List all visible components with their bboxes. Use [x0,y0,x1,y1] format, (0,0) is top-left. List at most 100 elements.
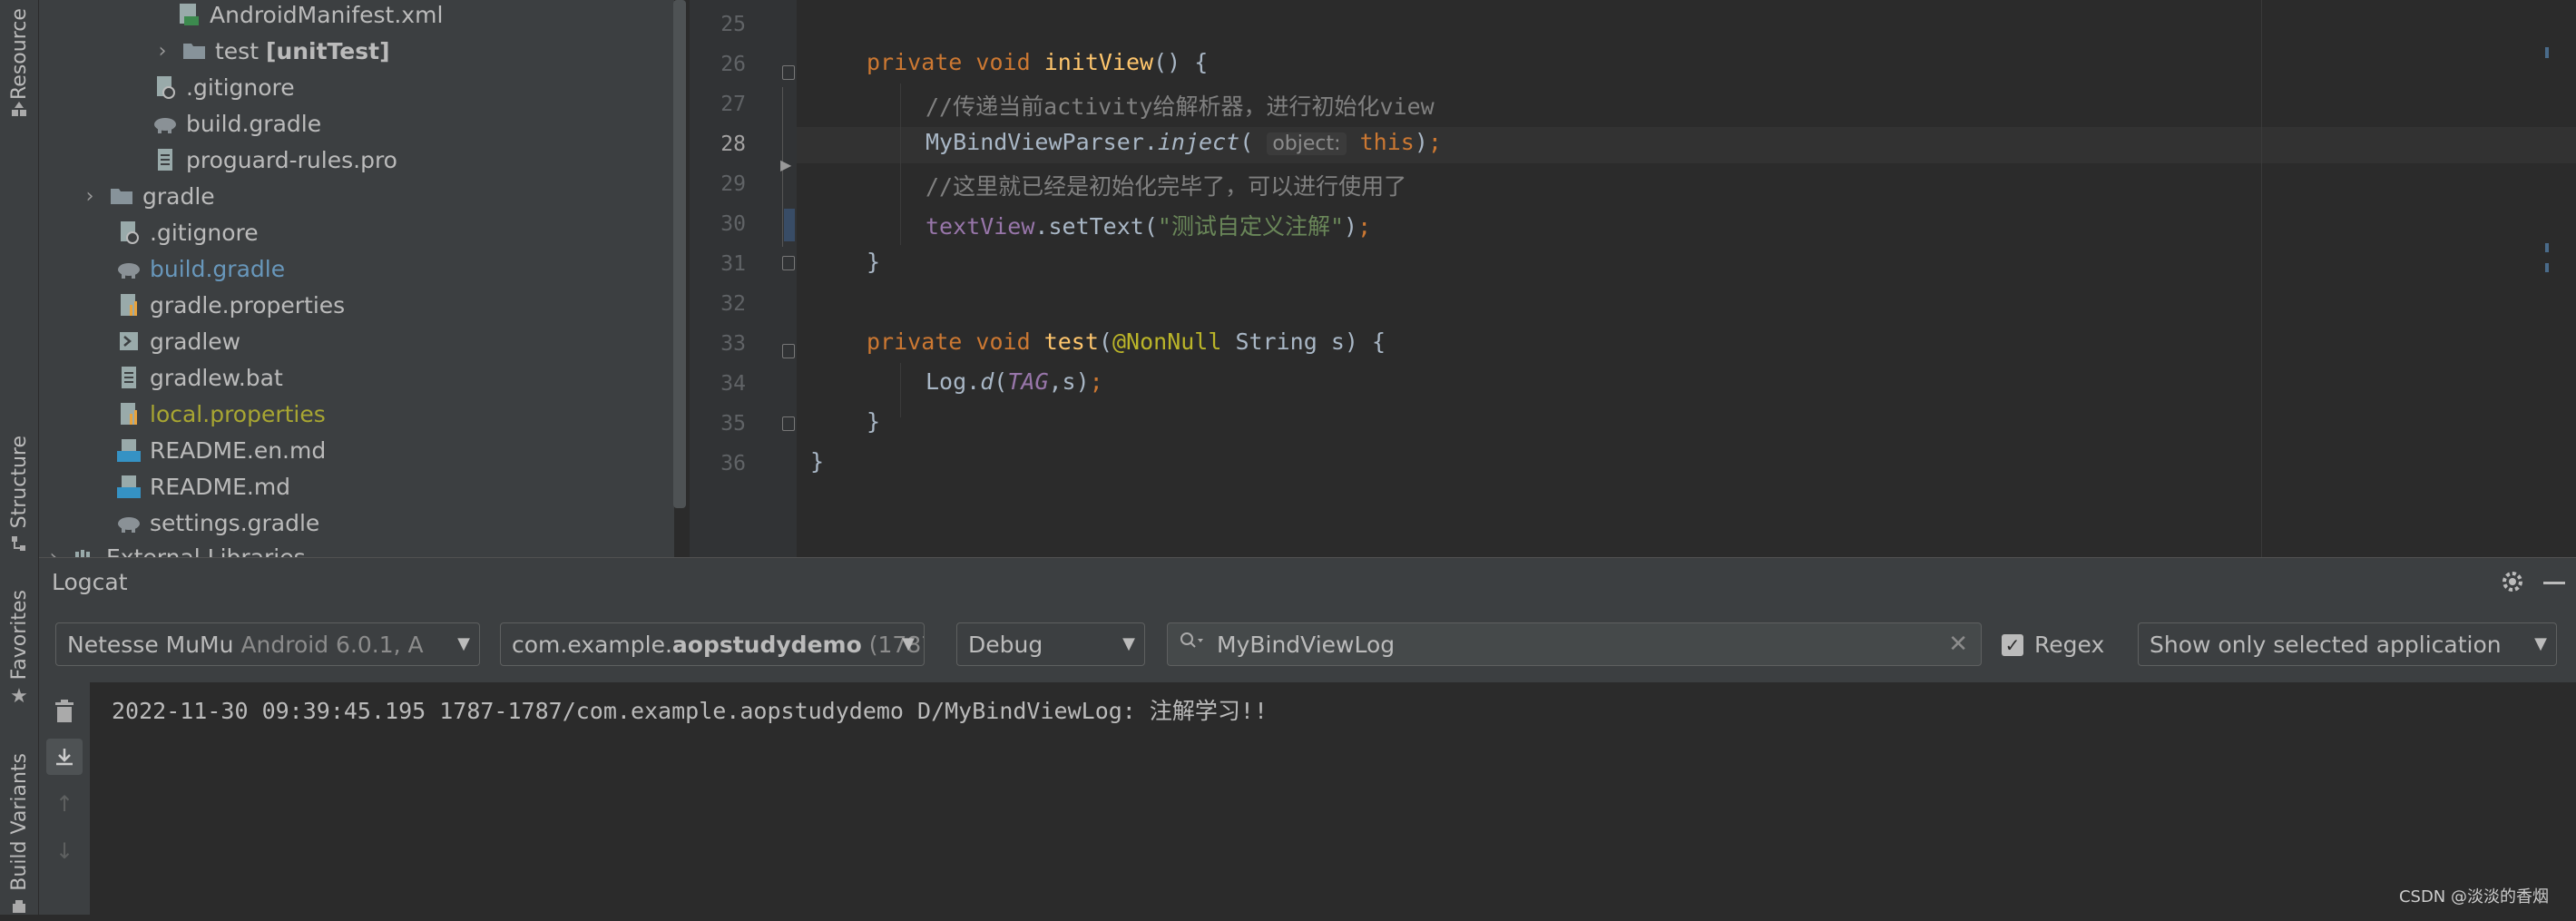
tree-item[interactable]: build.gradle [152,105,321,142]
tree-item[interactable]: local.properties [115,396,326,432]
fold-marker-icon[interactable] [782,416,795,431]
resource-manager-tab[interactable]: Resource Manager [0,0,38,136]
structure-tab[interactable]: Structure [0,436,38,563]
tree-item[interactable]: .gitignore [152,69,295,105]
device-selector[interactable]: Netesse MuMu Android 6.0.1, A ▼ [55,622,480,666]
annotation: @NonNull [1112,328,1222,355]
favorites-tab[interactable]: Favorites ★ [0,590,38,717]
logcat-output[interactable]: 2022-11-30 09:39:45.195 1787-1787/com.ex… [90,682,2576,915]
tree-item[interactable]: README.md [115,468,290,505]
process-prefix: com.example. [512,631,672,658]
tree-item[interactable]: › External Libraries [43,539,306,557]
tree-item[interactable]: gradlew [115,323,240,359]
search-field[interactable]: MyBindViewLog ✕ [1167,622,1982,666]
code-line-34: Log.d(TAG,s); [926,368,1103,395]
method-name: d [980,368,994,395]
log-level-selector[interactable]: Debug ▼ [956,622,1145,666]
tree-item[interactable]: .gitignore [115,214,259,250]
fold-marker-icon[interactable] [782,256,795,270]
tree-item[interactable]: settings.gradle [115,505,319,541]
regex-checkbox[interactable]: ✓ [2002,633,2023,656]
log-level-value: Debug [968,631,1043,658]
chevron-right-icon[interactable]: › [43,546,64,558]
tree-item[interactable]: README.en.md [115,432,326,468]
tree-item[interactable]: › test [unitTest] [152,33,390,69]
tree-item[interactable]: build.gradle [115,250,285,287]
field-name: TAG [1007,368,1049,395]
favorites-label: Favorites [7,590,31,681]
code-text: ; [1089,368,1103,395]
code-editor[interactable]: ▶ 25 26 27 28 29 30 31 32 33 34 35 36 private void … [690,0,2576,557]
tree-item-label: gradlew [150,328,241,355]
down-arrow-icon[interactable]: ↓ [55,838,73,864]
trash-icon[interactable] [54,699,75,728]
code-line-35: } [867,408,881,435]
tree-item-label: README.md [150,473,291,500]
tree-item-label: gradlew.bat [150,364,283,391]
keyword: private [867,328,963,355]
field-name: textView [926,213,1035,240]
indent-guide [900,363,901,417]
scroll-to-end-icon[interactable] [46,739,83,775]
resource-manager-label: Resource Manager [7,0,31,100]
tree-item[interactable]: gradle.properties [115,287,345,323]
code-text: String s) { [1221,328,1386,355]
code-text: ( [994,368,1008,395]
fold-marker-icon[interactable] [782,344,795,358]
gradle-elephant-icon [115,509,142,536]
resource-manager-icon [9,100,29,120]
log-line: 2022-11-30 09:39:45.195 1787-1787/com.ex… [112,698,1268,724]
tree-item[interactable]: proguard-rules.pro [152,142,397,178]
code-line-31: } [867,249,881,275]
method-name: initView [1043,49,1154,75]
process-pid: (1787 [868,631,924,658]
error-stripe-marker[interactable] [2545,47,2549,58]
left-tool-strip: Resource Manager Structure Favorites ★ B… [0,0,39,915]
search-input[interactable]: MyBindViewLog [1217,632,1395,658]
tree-item[interactable]: › gradle [79,178,215,214]
code-text: ; [1357,213,1372,240]
regex-label: Regex [2034,632,2105,658]
code-text: ( [1239,129,1254,155]
tree-item-suffix: [unitTest] [266,37,390,64]
fold-marker-icon[interactable] [782,65,795,80]
line-number: 30 [720,212,746,236]
text-file-icon [152,146,179,173]
change-marker [784,209,795,241]
project-tree-panel: AndroidManifest.xml › test [unitTest] .gitig… [39,0,674,557]
code-line-36: } [810,448,825,475]
star-icon: ★ [10,685,28,709]
project-tree-scrollbar[interactable] [673,0,686,508]
logcat-title: Logcat [52,569,128,595]
keyword: this [1359,129,1415,155]
code-text: ( [1098,328,1112,355]
tree-item-label: gradle [142,182,215,210]
error-stripe-marker[interactable] [2545,243,2549,252]
logcat-side-toolbar: ↑ ↓ [39,682,90,915]
keyword: private [867,49,963,75]
minimize-icon[interactable] [2543,582,2565,584]
code-line-28: MyBindViewParser.inject( object: this); [926,129,1442,155]
clear-icon[interactable]: ✕ [1948,631,1968,658]
code-text: () { [1153,49,1209,75]
chevron-right-icon[interactable]: › [79,185,101,208]
line-number: 34 [720,372,746,396]
filter-selector[interactable]: Show only selected application ▼ [2138,622,2557,666]
code-text: Log. [926,368,981,395]
regex-checkbox-group[interactable]: ✓ Regex [2002,632,2104,658]
code-text: ) [1414,129,1428,155]
search-icon [1179,631,1204,658]
process-name: aopstudydemo [671,631,862,658]
code-line-29: //这里就已经是初始化完毕了，可以进行使用了 [926,173,1407,200]
gear-icon[interactable] [2500,569,2525,598]
build-variants-tab[interactable]: Build Variants [0,753,38,915]
tree-item[interactable]: gradlew.bat [115,359,283,396]
chevron-right-icon[interactable]: › [152,40,173,63]
run-arrow-icon[interactable]: ▶ [780,156,791,173]
up-arrow-icon[interactable]: ↑ [55,791,73,817]
tree-item-label: .gitignore [150,219,259,246]
process-selector[interactable]: com.example.aopstudydemo (1787 ▼ [500,622,925,666]
markdown-file-icon [115,473,142,500]
error-stripe-marker[interactable] [2545,263,2549,272]
tree-item[interactable]: AndroidManifest.xml [175,0,443,33]
